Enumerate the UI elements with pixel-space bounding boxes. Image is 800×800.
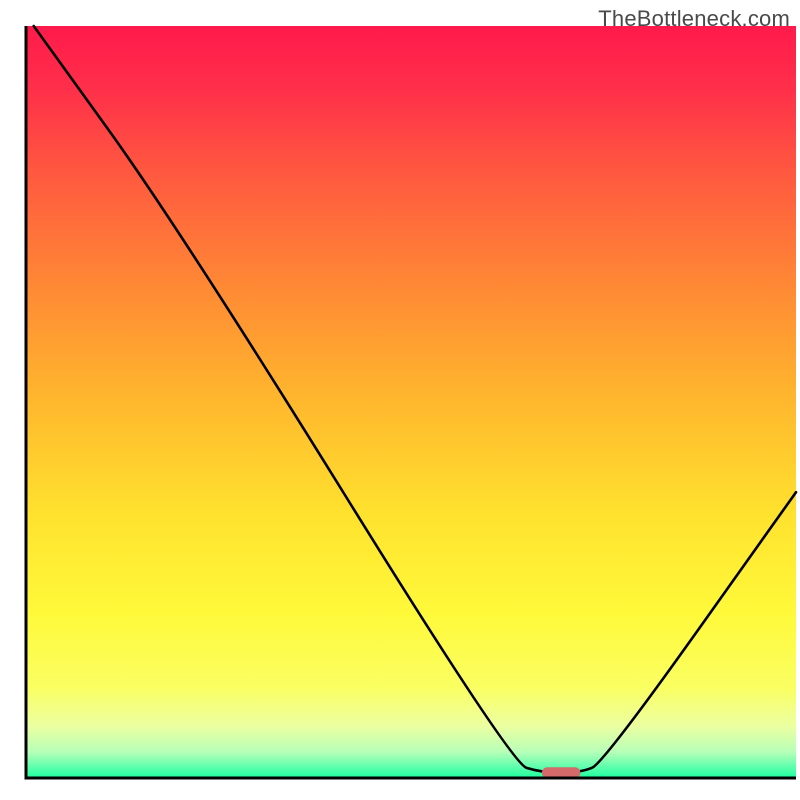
plot-background [26, 26, 796, 778]
watermark-text: TheBottleneck.com [598, 6, 790, 32]
chart-container: TheBottleneck.com [0, 0, 800, 800]
bottleneck-chart [0, 0, 800, 800]
